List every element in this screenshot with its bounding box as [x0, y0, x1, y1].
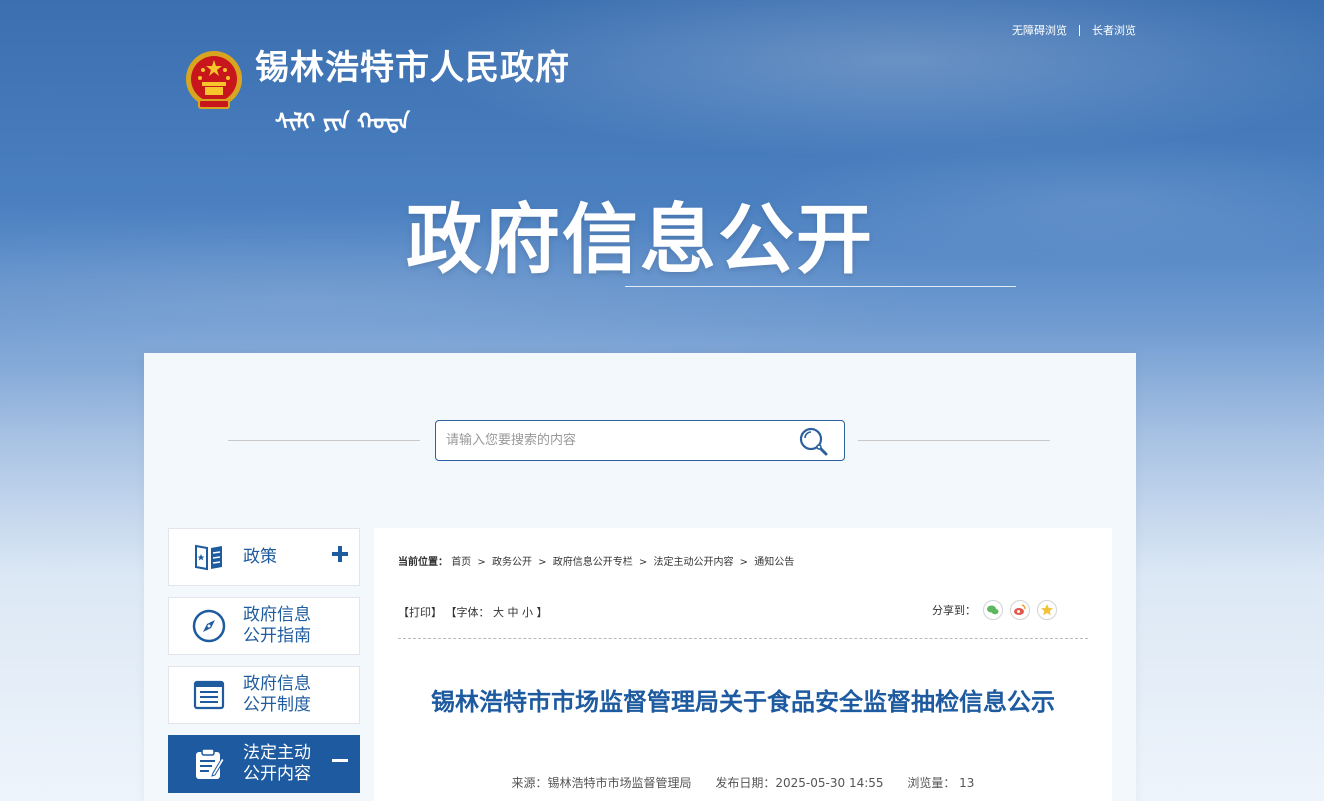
- share-bar: 分享到：: [932, 600, 1057, 620]
- search-box: [435, 420, 845, 461]
- print-button[interactable]: 【打印】: [398, 606, 442, 619]
- breadcrumb-separator: >: [739, 557, 749, 568]
- national-emblem-icon: [185, 48, 243, 114]
- title-underline: [625, 286, 1016, 287]
- site-title: 锡林浩特市人民政府: [255, 48, 570, 88]
- font-size-label: 【字体：: [445, 606, 490, 619]
- top-links: 无障碍浏览 长者浏览: [1012, 22, 1136, 38]
- mongolian-title: ᠰᠢᠯᠢ ᠶᠢᠨ ᠬᠣᠲᠠ: [275, 109, 410, 135]
- article-source: 来源：锡林浩特市市场监督管理局: [511, 776, 692, 790]
- divider: [1079, 24, 1080, 36]
- font-large-button[interactable]: 大: [493, 606, 504, 619]
- breadcrumb-notice[interactable]: 通知公告: [754, 557, 794, 568]
- elder-mode-link[interactable]: 长者浏览: [1092, 22, 1136, 38]
- accessibility-link[interactable]: 无障碍浏览: [1012, 22, 1067, 38]
- document-list-icon: [191, 677, 227, 713]
- article-title: 锡林浩特市市场监督管理局关于食品安全监督抽检信息公示: [431, 688, 1055, 716]
- breadcrumb-separator: >: [638, 557, 648, 568]
- font-medium-button[interactable]: 中: [508, 606, 519, 619]
- share-label: 分享到：: [932, 604, 976, 617]
- sidebar-item-label: 政府信息 公开制度: [243, 674, 311, 715]
- divider: [858, 440, 1050, 441]
- breadcrumb-gov-affairs[interactable]: 政务公开: [492, 557, 532, 568]
- article-date: 发布日期：2025-05-30 14:55: [715, 776, 884, 790]
- collapse-minus-icon[interactable]: [331, 752, 349, 770]
- clipboard-icon: [191, 746, 227, 782]
- article-meta: 来源：锡林浩特市市场监督管理局 发布日期：2025-05-30 14:55 浏览…: [374, 774, 1112, 791]
- page-title: 政府信息公开: [406, 195, 874, 284]
- main-panel: 政策 政府信息 公开指南: [144, 353, 1136, 801]
- weibo-icon[interactable]: [1010, 600, 1030, 620]
- sidebar-item-label: 法定主动 公开内容: [243, 743, 311, 784]
- sidebar-item-policy[interactable]: 政策: [168, 528, 360, 586]
- breadcrumb-info-column[interactable]: 政府信息公开专栏: [553, 557, 633, 568]
- breadcrumb-separator: >: [477, 557, 486, 568]
- compass-icon: [191, 608, 227, 644]
- divider: [228, 440, 420, 441]
- sidebar-item-label: 政策: [243, 546, 277, 567]
- article-views: 浏览量： 13: [907, 776, 975, 790]
- sidebar-item-statutory-content[interactable]: 法定主动 公开内容: [168, 735, 360, 793]
- breadcrumb-separator: >: [538, 557, 547, 568]
- sidebar-item-system[interactable]: 政府信息 公开制度: [168, 666, 360, 724]
- divider: [398, 638, 1088, 639]
- search-bar: [228, 420, 1050, 461]
- article-tools: 【打印】 【字体： 大 中 小 】: [398, 604, 548, 620]
- breadcrumb-home[interactable]: 首页: [451, 557, 471, 568]
- sidebar: 政策 政府信息 公开指南 政府信息 公开制度 法定主动 公开内容: [168, 528, 360, 801]
- sidebar-item-guide[interactable]: 政府信息 公开指南: [168, 597, 360, 655]
- breadcrumb-statutory[interactable]: 法定主动公开内容: [653, 557, 733, 568]
- expand-plus-icon[interactable]: [331, 545, 349, 563]
- search-icon[interactable]: [798, 426, 830, 456]
- sidebar-item-label: 政府信息 公开指南: [243, 605, 311, 646]
- font-size-suffix: 】: [536, 606, 548, 619]
- search-input[interactable]: [436, 421, 776, 460]
- article-content: 当前位置： 首页 > 政务公开 > 政府信息公开专栏 > 法定主动公开内容 > …: [374, 528, 1112, 801]
- policy-book-icon: [191, 539, 227, 575]
- wechat-icon[interactable]: [983, 600, 1003, 620]
- font-small-button[interactable]: 小: [522, 606, 533, 619]
- site-logo[interactable]: 锡林浩特市人民政府 ᠰᠢᠯᠢ ᠶᠢᠨ ᠬᠣᠲᠠ: [185, 48, 570, 136]
- breadcrumb-prefix: 当前位置：: [398, 557, 448, 568]
- favorite-star-icon[interactable]: [1037, 600, 1057, 620]
- breadcrumb: 当前位置： 首页 > 政务公开 > 政府信息公开专栏 > 法定主动公开内容 > …: [398, 553, 794, 568]
